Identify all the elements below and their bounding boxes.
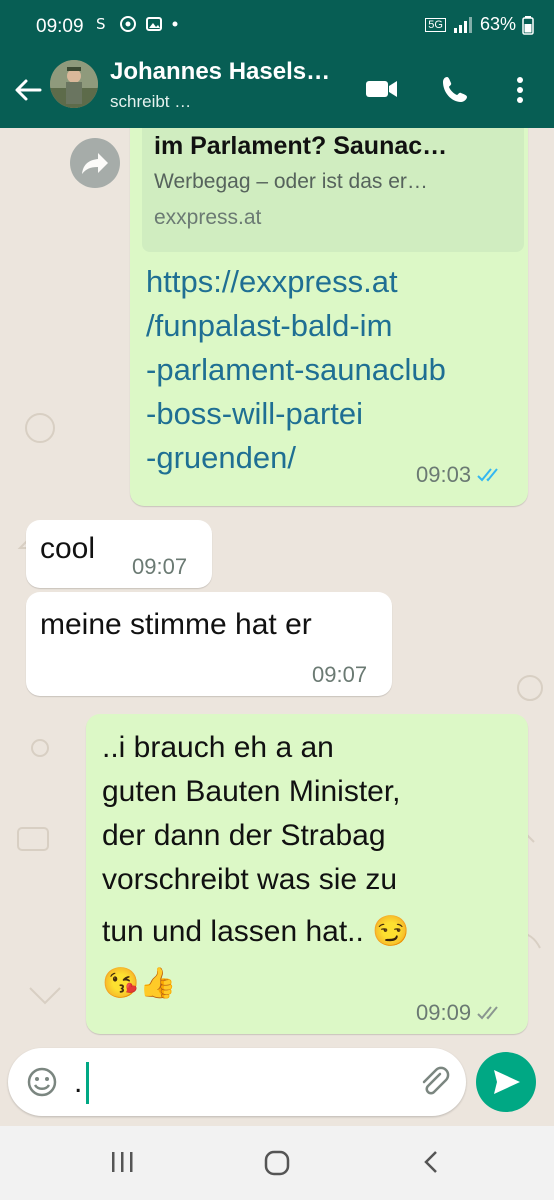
dot-icon <box>172 21 178 27</box>
message-line: vorschreibt was sie zu <box>102 863 398 896</box>
forward-icon <box>82 153 108 174</box>
link-preview-title: im Parlament? Saunac… <box>154 132 448 160</box>
message-text: cool <box>40 532 96 565</box>
message-meta: 09:09 <box>416 1000 503 1026</box>
video-call-icon[interactable] <box>364 74 400 104</box>
back-nav-icon[interactable] <box>418 1148 446 1176</box>
message-outgoing[interactable]: ..i brauch eh a an guten Bauten Minister… <box>86 714 528 1034</box>
message-time: 09:07 <box>132 554 188 579</box>
message-text: meine stimme hat er <box>40 608 312 641</box>
message-text: ..i brauch eh a an guten Bauten Minister… <box>102 726 410 1006</box>
send-button[interactable] <box>476 1052 536 1112</box>
message-outgoing-link[interactable]: im Parlament? Saunac… Werbegag – oder is… <box>130 128 528 506</box>
emoji-icon[interactable] <box>26 1066 58 1098</box>
delivered-ticks-icon <box>477 1006 498 1020</box>
link-preview-domain: exxpress.at <box>154 206 262 229</box>
phone-icon[interactable] <box>440 74 472 106</box>
message-line: 😘👍 <box>102 967 177 1000</box>
signal-icon <box>453 16 472 33</box>
status-bar: 09:09 S 5G 63% <box>0 0 554 54</box>
message-line: tun und lassen hat.. 😏 <box>102 915 410 948</box>
avatar[interactable] <box>50 60 98 108</box>
link-line: https://exxpress.at <box>146 264 398 299</box>
svg-text:S: S <box>96 15 106 33</box>
battery-percent: 63% <box>479 14 516 34</box>
more-vert-icon[interactable] <box>508 74 532 106</box>
sync-icon <box>120 16 136 32</box>
recents-icon[interactable] <box>108 1148 136 1176</box>
status-notification-icons: S <box>92 14 180 34</box>
back-arrow-icon[interactable] <box>10 72 46 108</box>
battery-icon <box>522 15 534 35</box>
attach-icon[interactable] <box>416 1064 452 1100</box>
link-line: /funpalast-bald-im <box>146 308 393 343</box>
message-meta: 09:03 <box>416 462 503 488</box>
send-icon <box>494 1070 520 1094</box>
network-type: 5G <box>425 17 446 32</box>
app-s-icon: S <box>96 15 106 33</box>
message-input[interactable]: . <box>74 1066 82 1100</box>
status-time: 09:09 <box>36 16 84 37</box>
message-time: 09:03 <box>416 462 472 487</box>
gallery-icon <box>146 17 162 31</box>
chat-header: Johannes Hasels… schreibt … <box>0 54 554 128</box>
text-cursor <box>86 1062 89 1104</box>
forward-button[interactable] <box>70 138 120 188</box>
link-line: -boss-will-partei <box>146 396 364 431</box>
chat-area[interactable]: im Parlament? Saunac… Werbegag – oder is… <box>0 128 554 1046</box>
message-incoming[interactable]: meine stimme hat er 09:07 <box>26 592 392 696</box>
message-time: 09:09 <box>416 1000 472 1025</box>
system-nav-bar <box>0 1126 554 1200</box>
message-line: guten Bauten Minister, <box>102 775 401 808</box>
link-line: -gruenden/ <box>146 440 296 475</box>
message-incoming[interactable]: cool 09:07 <box>26 520 212 588</box>
read-ticks-icon <box>477 468 498 482</box>
message-link[interactable]: https://exxpress.at /funpalast-bald-im -… <box>146 260 446 480</box>
status-system-icons: 5G 63% <box>425 14 534 35</box>
link-preview[interactable]: im Parlament? Saunac… Werbegag – oder is… <box>142 128 524 252</box>
link-line: -parlament-saunaclub <box>146 352 446 387</box>
message-line: der dann der Strabag <box>102 819 386 852</box>
link-preview-description: Werbegag – oder ist das er… <box>154 170 428 193</box>
contact-status: schreibt … <box>110 92 192 111</box>
home-icon[interactable] <box>262 1148 292 1178</box>
message-time: 09:07 <box>312 662 368 687</box>
message-line: ..i brauch eh a an <box>102 731 334 764</box>
message-composer[interactable]: . <box>8 1048 466 1116</box>
contact-name[interactable]: Johannes Hasels… <box>110 58 330 86</box>
